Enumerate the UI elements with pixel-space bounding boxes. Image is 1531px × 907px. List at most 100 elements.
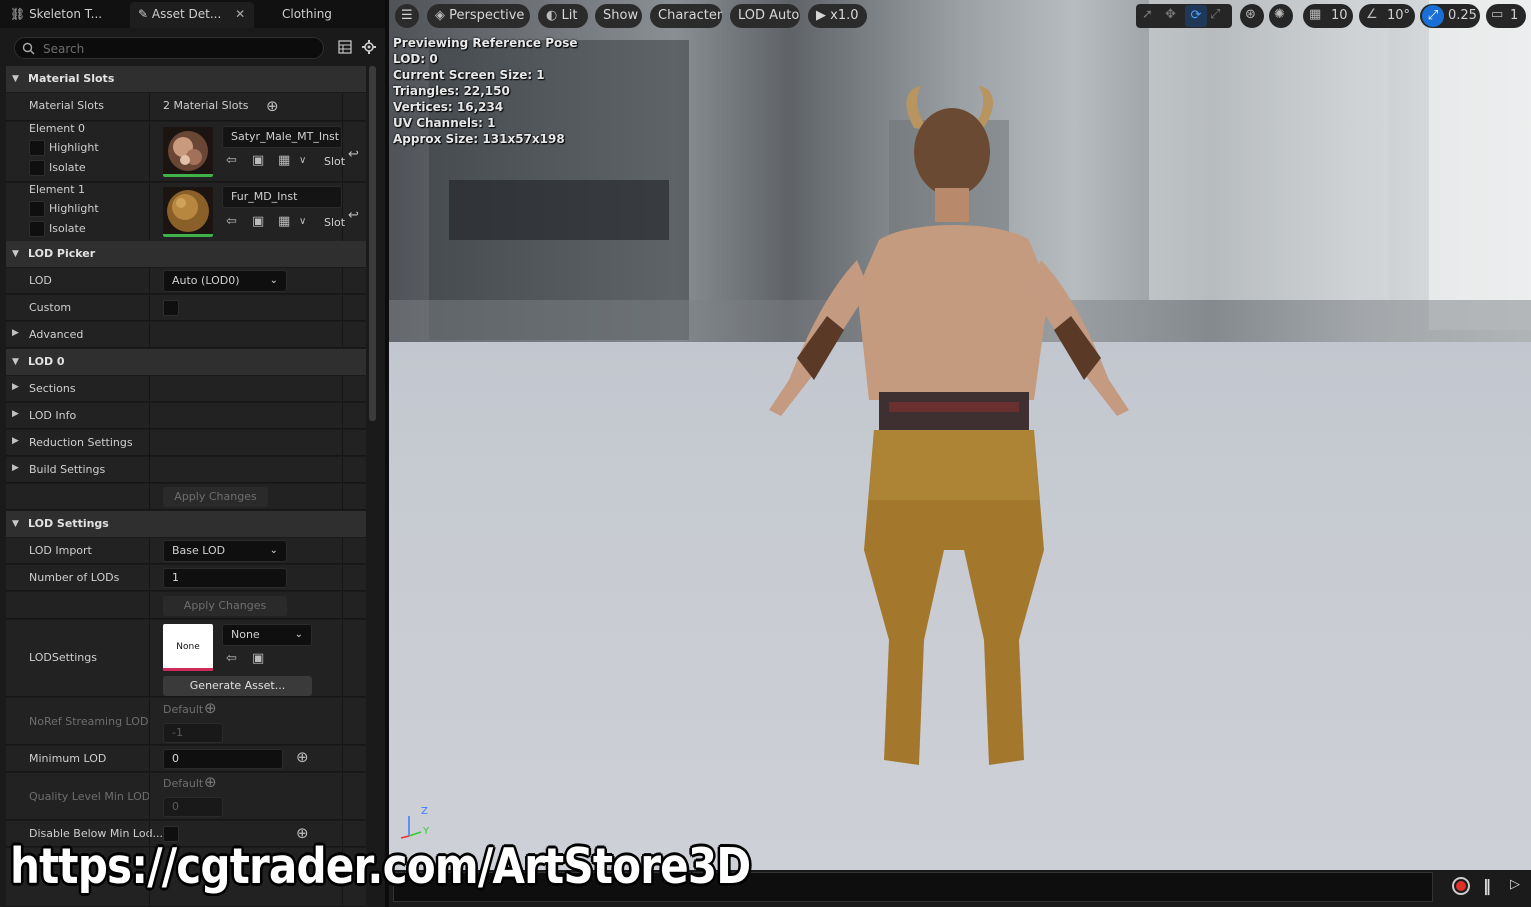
category-lod0[interactable]: ▼ LOD 0	[6, 349, 366, 375]
tab-label: Skeleton T...	[29, 7, 103, 21]
use-selected-icon[interactable]: ⇦	[226, 215, 237, 229]
lit-button[interactable]: ◐ Lit	[538, 4, 588, 28]
lodsettings-asset-dropdown[interactable]: None ⌄	[222, 624, 312, 646]
browse-folder-icon[interactable]: ▣	[252, 154, 264, 168]
lod-dropdown[interactable]: Auto (LOD0) ⌄	[163, 270, 287, 292]
apply-changes-button[interactable]: Apply Changes	[163, 596, 287, 616]
isolate-checkbox[interactable]	[29, 160, 45, 176]
sections-row[interactable]: ▶ Sections	[6, 376, 366, 402]
checker-icon[interactable]: ▦	[278, 154, 290, 168]
lodsettings-thumbnail[interactable]: None	[163, 624, 213, 671]
material-asset-picker[interactable]: Satyr_Male_MT_Inst	[222, 126, 342, 148]
chevron-down-icon: ⌄	[294, 629, 303, 640]
row-label: Custom	[29, 301, 72, 314]
chevron-down-icon[interactable]: ∨	[299, 154, 306, 168]
add-icon[interactable]: ⊕	[266, 99, 279, 114]
add-icon[interactable]: ⊕	[204, 701, 217, 716]
pause-icon[interactable]: ‖	[1483, 876, 1491, 895]
quality-level-row: Quality Level Min LOD Default ⊕ 0	[6, 773, 366, 820]
grid-snap-button[interactable]: ▦ 10	[1303, 4, 1353, 28]
table-view-icon[interactable]	[338, 40, 352, 54]
browse-folder-icon[interactable]: ▣	[252, 652, 264, 666]
advanced-row[interactable]: ▶ Advanced	[6, 322, 366, 348]
highlight-checkbox[interactable]	[29, 201, 45, 217]
camera-speed-button[interactable]: ▭ 1	[1486, 4, 1526, 28]
character-model[interactable]	[739, 80, 1179, 780]
close-icon[interactable]: ✕	[235, 7, 245, 21]
stat-line: Approx Size: 131x57x198	[393, 132, 565, 146]
viewport-menu-button[interactable]: ☰	[395, 4, 419, 28]
chevron-down-icon[interactable]: ∨	[299, 215, 306, 229]
scale-arrow-icon: ⤢	[1422, 5, 1444, 27]
row-label: LOD Import	[29, 544, 92, 557]
build-settings-row[interactable]: ▶ Build Settings	[6, 457, 366, 483]
lod-auto-button[interactable]: LOD Auto	[730, 4, 800, 28]
row-label: NoRef Streaming LOD B	[29, 715, 149, 728]
show-button[interactable]: Show	[595, 4, 642, 28]
playback-speed-button[interactable]: ▶ x1.0	[808, 4, 867, 28]
category-lod-picker[interactable]: ▼ LOD Picker	[6, 241, 366, 267]
expand-right-icon: ▶	[12, 436, 19, 446]
add-icon[interactable]: ⊕	[296, 750, 309, 765]
generate-asset-button[interactable]: Generate Asset...	[163, 676, 312, 696]
tab-asset-details[interactable]: ✎ Asset Det... ✕	[130, 2, 254, 28]
apply-changes-button[interactable]: Apply Changes	[163, 487, 268, 507]
tab-skeleton-tree[interactable]: ⛓ Skeleton T...	[2, 2, 130, 28]
minimum-lod-field[interactable]: 0	[163, 749, 283, 769]
noref-value-field[interactable]: -1	[163, 723, 223, 743]
details-scrollbar[interactable]	[369, 66, 376, 421]
material-thumbnail-skin[interactable]	[163, 127, 213, 177]
reset-arrow-icon[interactable]: ↩	[348, 209, 359, 223]
surface-snap-button[interactable]: ✺	[1269, 4, 1293, 28]
custom-checkbox[interactable]	[163, 300, 179, 316]
world-local-button[interactable]: ⊛	[1240, 4, 1264, 28]
expand-right-icon: ▶	[12, 463, 19, 473]
viewport[interactable]: ☰ ◈ Perspective ◐ Lit Show Character LOD…	[389, 0, 1531, 907]
row-label: Advanced	[29, 328, 84, 341]
checker-icon[interactable]: ▦	[278, 215, 290, 229]
lod-import-dropdown[interactable]: Base LOD ⌄	[163, 540, 287, 562]
material-slot-count: 2 Material Slots	[163, 99, 249, 112]
character-button[interactable]: Character	[650, 4, 722, 28]
tab-clothing[interactable]: Clothing	[262, 2, 372, 28]
select-arrow-icon[interactable]: ➚	[1142, 8, 1153, 22]
use-selected-icon[interactable]: ⇦	[226, 652, 237, 666]
stat-line: Previewing Reference Pose	[393, 36, 578, 50]
category-title: LOD Settings	[28, 517, 109, 530]
lod-info-row[interactable]: ▶ LOD Info	[6, 403, 366, 429]
number-of-lods-field[interactable]: 1	[163, 568, 287, 588]
y-axis-label: Y	[423, 826, 430, 837]
grid-icon: ▦	[1309, 7, 1322, 22]
material-name: Satyr_Male_MT_Inst	[231, 130, 340, 143]
category-material-slots[interactable]: ▼ Material Slots	[6, 66, 366, 92]
highlight-checkbox[interactable]	[29, 140, 45, 156]
expand-right-icon: ▶	[12, 409, 19, 419]
reset-arrow-icon[interactable]: ↩	[348, 148, 359, 162]
step-forward-icon[interactable]: ▷	[1510, 877, 1520, 892]
perspective-label: Perspective	[449, 8, 525, 23]
use-selected-icon[interactable]: ⇦	[226, 154, 237, 168]
scale-icon[interactable]: ⤢	[1210, 8, 1220, 22]
record-button[interactable]	[1452, 877, 1470, 895]
reduction-settings-row[interactable]: ▶ Reduction Settings	[6, 430, 366, 456]
add-icon[interactable]: ⊕	[204, 775, 217, 790]
angle-snap-button[interactable]: ∠ 10°	[1359, 4, 1415, 28]
z-axis-label: Z	[421, 806, 428, 817]
rotate-icon[interactable]: ⟳	[1185, 5, 1207, 27]
move-icon[interactable]: ✥	[1165, 8, 1176, 22]
scale-snap-button[interactable]: ⤢ 0.25	[1420, 4, 1480, 28]
category-lod-settings[interactable]: ▼ LOD Settings	[6, 511, 366, 537]
browse-folder-icon[interactable]: ▣	[252, 215, 264, 229]
material-asset-picker[interactable]: Fur_MD_Inst	[222, 186, 342, 208]
row-label: Quality Level Min LOD	[29, 790, 151, 803]
lod-row: LOD Auto (LOD0) ⌄	[6, 268, 366, 294]
unreal-asset-editor: ⛓ Skeleton T... ✎ Asset Det... ✕ Clothin…	[0, 0, 1531, 907]
gear-icon[interactable]	[362, 40, 376, 54]
search-input[interactable]: Search	[14, 37, 324, 59]
element-label: Element 1	[29, 183, 86, 196]
number-of-lods-row: Number of LODs 1	[6, 565, 366, 591]
quality-value-field[interactable]: 0	[163, 797, 223, 817]
isolate-checkbox[interactable]	[29, 221, 45, 237]
material-thumbnail-fur[interactable]	[163, 187, 213, 237]
perspective-button[interactable]: ◈ Perspective	[427, 4, 530, 28]
